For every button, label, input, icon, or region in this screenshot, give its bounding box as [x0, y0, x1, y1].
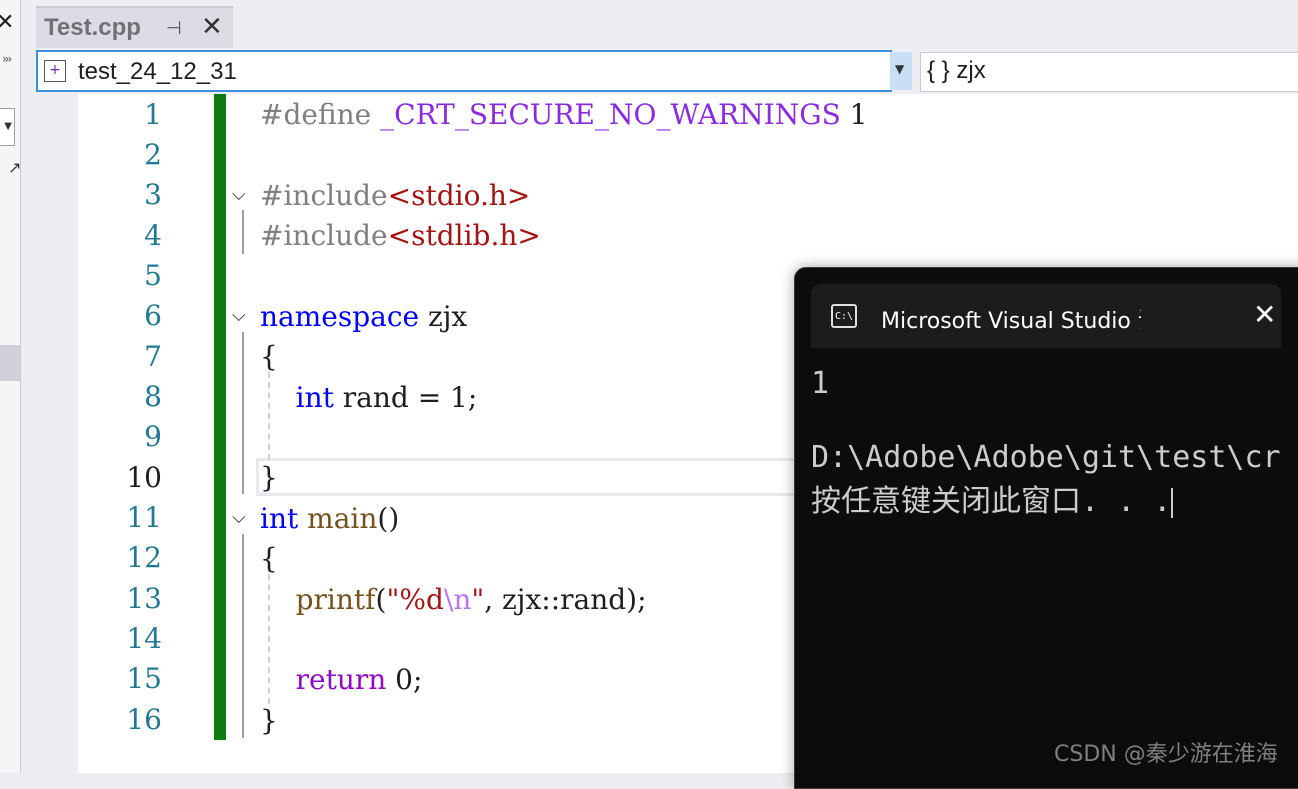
selected-tree-item[interactable] [0, 345, 20, 381]
scope-dropdown[interactable]: + test_24_12_31 [36, 50, 892, 92]
console-output[interactable]: 1 D:\Adobe\Adobe\git\test\cr 按任意键关闭此窗口. … [811, 348, 1298, 788]
editor-left-margin [36, 94, 78, 773]
watermark: CSDN @秦少游在淮海 [1054, 742, 1278, 767]
chevron-down-icon: ▼ [4, 121, 12, 132]
line-number: 5 [144, 259, 162, 292]
line-number: 3 [144, 178, 162, 211]
fold-region-line [242, 210, 244, 254]
line-number: 8 [144, 380, 162, 413]
console-tab[interactable]: C:\ Microsoft Visual Studio 调试控制台 ✕ [811, 284, 1281, 348]
line-number: 16 [126, 703, 162, 736]
code-line-11: int main() [260, 502, 400, 535]
text-cursor [1171, 487, 1174, 518]
code-line-10: } [260, 461, 278, 494]
code-line-3: #include<stdio.h> [260, 179, 531, 212]
code-line-6: namespace zjx [260, 300, 468, 333]
pin-icon[interactable]: ⊣ [166, 18, 182, 39]
line-number-gutter: 1 2 3 4 5 6 7 8 9 10 11 12 13 14 15 16 [78, 94, 218, 773]
line-number: 4 [144, 219, 162, 252]
project-icon: + [44, 60, 66, 82]
line-number: 11 [126, 501, 162, 534]
tree-expander-icon[interactable]: ↗ [8, 158, 21, 177]
navigation-bar: + test_24_12_31 ▼ { } zjx [36, 48, 1298, 94]
code-line-13: printf("%d\n", zjx::rand); [295, 583, 647, 616]
close-icon[interactable]: ✕ [1253, 298, 1276, 331]
line-number: 14 [126, 622, 162, 655]
scope-value: test_24_12_31 [78, 58, 237, 85]
close-icon[interactable]: ✕ [201, 12, 223, 42]
fold-collapse-icon[interactable]: ⌵ [232, 507, 246, 528]
console-line: 按任意键关闭此窗口. . . [811, 484, 1174, 519]
code-line-16: } [260, 704, 278, 737]
overflow-icon[interactable]: ››› [2, 52, 13, 66]
left-dropdown[interactable]: ▼ [0, 108, 15, 146]
fold-collapse-icon[interactable]: ⌵ [232, 184, 246, 205]
fold-collapse-icon[interactable]: ⌵ [232, 305, 246, 326]
code-line-15: return 0; [295, 663, 423, 696]
code-line-7: { [260, 340, 278, 373]
member-value: { } zjx [927, 57, 986, 84]
chevron-down-icon: ▼ [895, 62, 905, 76]
solution-explorer-strip: ✕ ››› ▼ ↗ [0, 0, 21, 773]
console-line: D:\Adobe\Adobe\git\test\cr [811, 440, 1281, 475]
console-line: 1 [811, 366, 830, 401]
console-titlebar: C:\ Microsoft Visual Studio 调试控制台 ✕ [795, 268, 1298, 348]
line-number-current: 10 [126, 461, 162, 494]
current-line-highlight [256, 458, 816, 496]
tab-test-cpp[interactable]: Test.cpp ⊣ ✕ [36, 6, 233, 48]
scope-dropdown-arrow[interactable]: ▼ [890, 52, 912, 90]
code-line-4: #include<stdlib.h> [260, 219, 541, 252]
line-number: 15 [126, 662, 162, 695]
line-number: 13 [126, 582, 162, 615]
member-dropdown[interactable]: { } zjx [920, 52, 1298, 92]
code-line-12: { [260, 542, 278, 575]
tab-title: Test.cpp [44, 14, 141, 41]
line-number: 12 [126, 541, 162, 574]
close-icon[interactable]: ✕ [0, 10, 14, 35]
fold-region-line [242, 332, 244, 494]
console-title: Microsoft Visual Studio 调试控制台 [881, 309, 1141, 334]
line-number: 9 [144, 420, 162, 453]
line-number: 7 [144, 340, 162, 373]
console-icon: C:\ [831, 304, 857, 328]
line-number: 2 [144, 138, 162, 171]
fold-region-line [242, 534, 244, 738]
code-line-8: int rand = 1; [295, 381, 478, 414]
debug-console-window[interactable]: C:\ Microsoft Visual Studio 调试控制台 ✕ 1 D:… [794, 267, 1298, 789]
code-line-1: #define _CRT_SECURE_NO_WARNINGS 1 [260, 98, 868, 131]
line-number: 1 [144, 98, 162, 131]
line-number: 6 [144, 299, 162, 332]
